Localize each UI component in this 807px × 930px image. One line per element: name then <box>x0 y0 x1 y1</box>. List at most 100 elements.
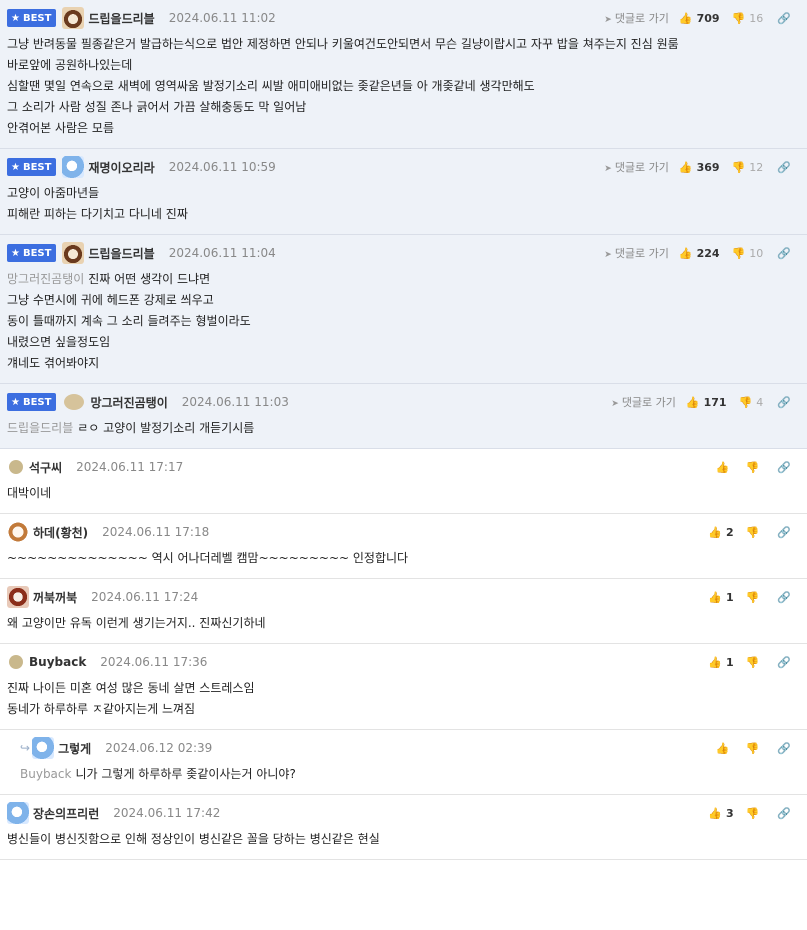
comment-body: 대박이네 <box>7 486 52 500</box>
best-badge: ★ BEST <box>7 158 57 176</box>
downvote-button[interactable]: 👎 12 <box>732 161 764 174</box>
upvote-button[interactable]: 👍 224 <box>679 247 720 260</box>
send-arrow-icon: ➤ <box>604 15 612 25</box>
reply-comment: ↪ 그렇게 2024.06.12 02:39 👍 👎 🔗 Buyback 니가 그… <box>0 730 807 795</box>
comment: Buyback 2024.06.11 17:36 👍 1 👎 🔗 진짜 나이든 미… <box>0 644 807 730</box>
upvote-button[interactable]: 👍 2 <box>708 526 733 539</box>
downvote-button[interactable]: 👎 <box>746 526 764 539</box>
comment-date: 2024.06.11 11:03 <box>181 395 289 409</box>
thumbs-up-icon: 👍 <box>678 246 693 260</box>
avatar[interactable] <box>9 460 23 474</box>
comment-body: 왜 고양이만 유독 이런게 생기는거지.. 진짜신기하네 <box>7 616 266 630</box>
author-nick[interactable]: 석구씨 <box>29 459 62 476</box>
upvote-button[interactable]: 👍 1 <box>708 591 733 604</box>
star-icon: ★ <box>11 12 20 24</box>
comment-body: 그냥 반려동물 필종같은거 발급하는식으로 법안 제정하면 안되나 키울여건도안… <box>7 37 679 135</box>
thumbs-down-icon: 👎 <box>745 590 760 604</box>
thumbs-down-icon: 👎 <box>745 806 760 820</box>
thumbs-down-icon: 👎 <box>738 395 753 409</box>
link-icon[interactable]: 🔗 <box>777 656 791 669</box>
thumbs-up-icon: 👍 <box>708 525 722 539</box>
avatar[interactable] <box>62 156 85 178</box>
thumbs-down-icon: 👎 <box>745 525 760 539</box>
author-nick[interactable]: 그렇게 <box>58 740 91 757</box>
comment-body: 진짜 나이든 미혼 여성 많은 동네 살면 스트레스임 동네가 하루하루 ㅈ같아… <box>7 681 255 716</box>
author-nick[interactable]: 망그러진곰탱이 <box>90 394 167 411</box>
avatar[interactable] <box>62 7 85 29</box>
comment-body: ~~~~~~~~~~~~~~ 역시 어나더레벨 캠맘~~~~~~~~~ 인정합니… <box>7 551 409 565</box>
link-icon[interactable]: 🔗 <box>777 12 791 25</box>
upvote-button[interactable]: 👍 171 <box>686 396 727 409</box>
upvote-button[interactable]: 👍 369 <box>679 161 720 174</box>
goto-comment-link[interactable]: ➤ 댓글로 가기 <box>604 245 669 261</box>
upvote-button[interactable]: 👍 <box>716 742 734 755</box>
link-icon[interactable]: 🔗 <box>777 526 791 539</box>
comment-body: 망그러진곰탱이 진짜 어떤 생각이 드냐면 그냥 수면시에 귀에 헤드폰 강제로 … <box>7 272 251 370</box>
avatar[interactable] <box>7 586 29 608</box>
downvote-button[interactable]: 👎 <box>746 807 764 820</box>
avatar[interactable] <box>32 737 55 759</box>
comment-body: Buyback 니가 그렇게 하루하루 좆같이사는거 아니야? <box>20 767 296 781</box>
star-icon: ★ <box>11 161 20 173</box>
comment-body: 병신들이 병신짓함으로 인해 정상인이 병신같은 꼴을 당하는 병신같은 현실 <box>7 832 380 846</box>
downvote-button[interactable]: 👎 <box>746 461 764 474</box>
best-comment: ★ BEST 재명이오리라 2024.06.11 10:59 ➤ 댓글로 가기 👍 3… <box>0 149 807 235</box>
upvote-button[interactable]: 👍 3 <box>708 807 733 820</box>
avatar[interactable] <box>62 242 85 264</box>
author-nick[interactable]: 드립을드리블 <box>88 245 154 262</box>
goto-comment-link[interactable]: ➤ 댓글로 가기 <box>604 10 669 26</box>
avatar[interactable] <box>7 521 29 543</box>
comment-date: 2024.06.11 10:59 <box>168 160 276 174</box>
mention-nick[interactable]: 망그러진곰탱이 <box>7 272 84 286</box>
upvote-button[interactable]: 👍 1 <box>708 656 733 669</box>
link-icon[interactable]: 🔗 <box>777 161 791 174</box>
comment: 석구씨 2024.06.11 17:17 👍 👎 🔗 대박이네 <box>0 449 807 514</box>
author-nick[interactable]: Buyback <box>29 655 86 669</box>
best-comment: ★ BEST 망그러진곰탱이 2024.06.11 11:03 ➤ 댓글로 가기 👍… <box>0 384 807 449</box>
goto-comment-link[interactable]: ➤ 댓글로 가기 <box>611 394 676 410</box>
send-arrow-icon: ➤ <box>611 399 619 409</box>
mention-nick[interactable]: 드립을드리블 <box>7 421 73 435</box>
author-nick[interactable]: 드립을드리블 <box>88 10 154 27</box>
downvote-button[interactable]: 👎 <box>746 656 764 669</box>
avatar[interactable] <box>9 655 23 669</box>
downvote-button[interactable]: 👎 <box>746 742 764 755</box>
comment-date: 2024.06.11 17:18 <box>102 525 210 539</box>
downvote-button[interactable]: 👎 16 <box>732 12 764 25</box>
thumbs-up-icon: 👍 <box>708 590 722 604</box>
best-comment: ★ BEST 드립을드리블 2024.06.11 11:02 ➤ 댓글로 가기 👍 7… <box>0 0 807 149</box>
link-icon[interactable]: 🔗 <box>777 247 791 260</box>
downvote-button[interactable]: 👎 4 <box>739 396 764 409</box>
comment-date: 2024.06.11 17:24 <box>91 590 199 604</box>
comment-date: 2024.06.11 11:02 <box>168 11 276 25</box>
star-icon: ★ <box>11 396 20 408</box>
author-nick[interactable]: 꺼북꺼북 <box>33 589 77 606</box>
mention-nick[interactable]: Buyback <box>20 767 71 781</box>
downvote-button[interactable]: 👎 <box>746 591 764 604</box>
upvote-button[interactable]: 👍 709 <box>679 12 720 25</box>
comment-date: 2024.06.11 17:17 <box>76 460 184 474</box>
thumbs-up-icon: 👍 <box>678 11 693 25</box>
comment-body: 고양이 아줌마년들 피해란 피하는 다기치고 다니네 진짜 <box>7 186 188 221</box>
author-nick[interactable]: 재명이오리라 <box>88 159 154 176</box>
author-nick[interactable]: 하데(황천) <box>33 524 88 541</box>
upvote-button[interactable]: 👍 <box>716 461 734 474</box>
send-arrow-icon: ➤ <box>604 164 612 174</box>
link-icon[interactable]: 🔗 <box>777 591 791 604</box>
author-nick[interactable]: 장손의프리런 <box>33 805 99 822</box>
thumbs-down-icon: 👎 <box>745 655 760 669</box>
thumbs-up-icon: 👍 <box>715 460 730 474</box>
comment-body: 드립을드리블 ㄹㅇ 고양이 발정기소리 개듣기시름 <box>7 421 255 435</box>
comment: 하데(황천) 2024.06.11 17:18 👍 2 👎 🔗 ~~~~~~~~~… <box>0 514 807 579</box>
best-badge: ★ BEST <box>7 9 57 27</box>
avatar[interactable] <box>7 802 29 824</box>
comment: 꺼북꺼북 2024.06.11 17:24 👍 1 👎 🔗 왜 고양이만 유독 이… <box>0 579 807 644</box>
link-icon[interactable]: 🔗 <box>777 461 791 474</box>
downvote-button[interactable]: 👎 10 <box>732 247 764 260</box>
link-icon[interactable]: 🔗 <box>777 742 791 755</box>
avatar[interactable] <box>64 394 85 410</box>
thumbs-up-icon: 👍 <box>685 395 700 409</box>
goto-comment-link[interactable]: ➤ 댓글로 가기 <box>604 159 669 175</box>
link-icon[interactable]: 🔗 <box>777 396 791 409</box>
link-icon[interactable]: 🔗 <box>777 807 791 820</box>
